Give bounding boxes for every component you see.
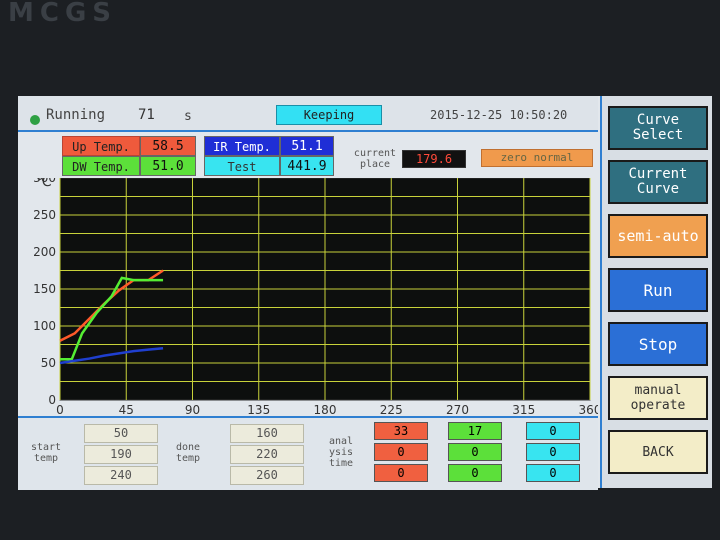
test-label: Test [204, 156, 280, 176]
analysis-green-1: 17 [448, 422, 502, 440]
y-tick-label-4: 200 [33, 245, 56, 259]
semi-auto-button[interactable]: semi-auto [608, 214, 708, 258]
analysis-cyan-1: 0 [526, 422, 580, 440]
side-button-panel: Curve Select Current Curve semi-auto Run S… [600, 96, 712, 488]
temperature-chart: 0 45 90 135 180 225 270 315 360 0 50 100 150 200 250 30… [18, 171, 601, 418]
back-button[interactable]: BACK [608, 430, 708, 474]
start-temp-line-2: temp [33, 453, 59, 464]
x-tick-label-5: 225 [380, 403, 403, 414]
current-place-value: 179.6 [402, 150, 466, 168]
elapsed-unit: s [184, 109, 192, 124]
x-tick-label-3: 135 [247, 403, 270, 414]
stop-button[interactable]: Stop [608, 322, 708, 366]
current-curve-line-2: Curve [636, 181, 680, 197]
elapsed-seconds: 71 [138, 107, 155, 123]
start-temp-field-3[interactable]: 240 [84, 466, 158, 485]
y-tick-label-2: 100 [33, 319, 56, 333]
curve-select-line-2: Select [632, 127, 684, 143]
analysis-line-1: anal [328, 436, 354, 447]
curve-select-button[interactable]: Curve Select [608, 106, 708, 150]
current-label-line-2: place [359, 159, 391, 170]
analysis-time-label: anal ysis time [320, 436, 362, 469]
x-tick-label-6: 270 [446, 403, 469, 414]
start-temp-label: start temp [28, 442, 64, 464]
done-temp-field-1[interactable]: 160 [230, 424, 304, 443]
analysis-green-2: 0 [448, 443, 502, 461]
analysis-red-2: 0 [374, 443, 428, 461]
start-temp-field-2[interactable]: 190 [84, 445, 158, 464]
up-temp-value: 58.5 [140, 136, 196, 156]
analysis-red-3: 0 [374, 464, 428, 482]
brand-logo: MCGS [8, 0, 118, 28]
x-tick-label-2: 90 [185, 403, 200, 414]
ir-temp-value: 51.1 [280, 136, 334, 156]
x-tick-label-8: 360 [579, 403, 598, 414]
done-temp-line-2: temp [175, 453, 201, 464]
manual-line-2: operate [630, 398, 686, 413]
analysis-cyan-3: 0 [526, 464, 580, 482]
x-tick-label-7: 315 [512, 403, 535, 414]
analysis-red-1: 33 [374, 422, 428, 440]
test-value: 441.9 [280, 156, 334, 176]
manual-operate-button[interactable]: manual operate [608, 376, 708, 420]
analysis-line-2: ysis [328, 447, 354, 458]
done-temp-field-2[interactable]: 220 [230, 445, 304, 464]
status-bar: Running 71 s Keeping 2015-12-25 10:50:20 [18, 96, 598, 132]
ir-temp-label: IR Temp. [204, 136, 280, 156]
x-tick-label-4: 180 [314, 403, 337, 414]
done-temp-line-1: done [175, 442, 201, 453]
status-label: Running [46, 107, 106, 123]
start-temp-line-1: start [30, 442, 62, 453]
zero-normal-status: zero normal [481, 149, 593, 167]
up-temp-label: Up Temp. [62, 136, 140, 156]
manual-line-1: manual [634, 383, 682, 398]
temperature-chart-svg: 0 45 90 135 180 225 270 315 36005010015020025030… [33, 171, 601, 417]
dw-temp-value: 51.0 [140, 156, 196, 176]
profile-panel: start temp 50 190 240 done temp 160 220 … [18, 416, 598, 490]
y-tick-label-0: 0 [48, 393, 56, 407]
analysis-green-3: 0 [448, 464, 502, 482]
run-button[interactable]: Run [608, 268, 708, 312]
y-tick-label-1: 50 [41, 356, 56, 370]
state-badge: Keeping [276, 105, 382, 125]
dw-temp-label: DW Temp. [62, 156, 140, 176]
analysis-line-3: time [328, 458, 354, 469]
current-place-label: current place [352, 148, 398, 170]
start-temp-field-1[interactable]: 50 [84, 424, 158, 443]
running-indicator-icon [30, 115, 40, 125]
analysis-cyan-2: 0 [526, 443, 580, 461]
y-tick-label-5: 250 [33, 208, 56, 222]
x-tick-label-0: 0 [56, 403, 64, 414]
curve-select-line-1: Curve [636, 112, 680, 128]
current-label-line-1: current [353, 148, 397, 159]
done-temp-field-3[interactable]: 260 [230, 466, 304, 485]
y-tick-label-3: 150 [33, 282, 56, 296]
x-tick-label-1: 45 [119, 403, 134, 414]
hmi-screen: Running 71 s Keeping 2015-12-25 10:50:20… [18, 96, 712, 490]
y-axis-unit-label: ℃ [36, 178, 52, 190]
datetime: 2015-12-25 10:50:20 [430, 108, 568, 122]
current-curve-button[interactable]: Current Curve [608, 160, 708, 204]
done-temp-label: done temp [170, 442, 206, 464]
current-curve-line-1: Current [628, 166, 688, 182]
